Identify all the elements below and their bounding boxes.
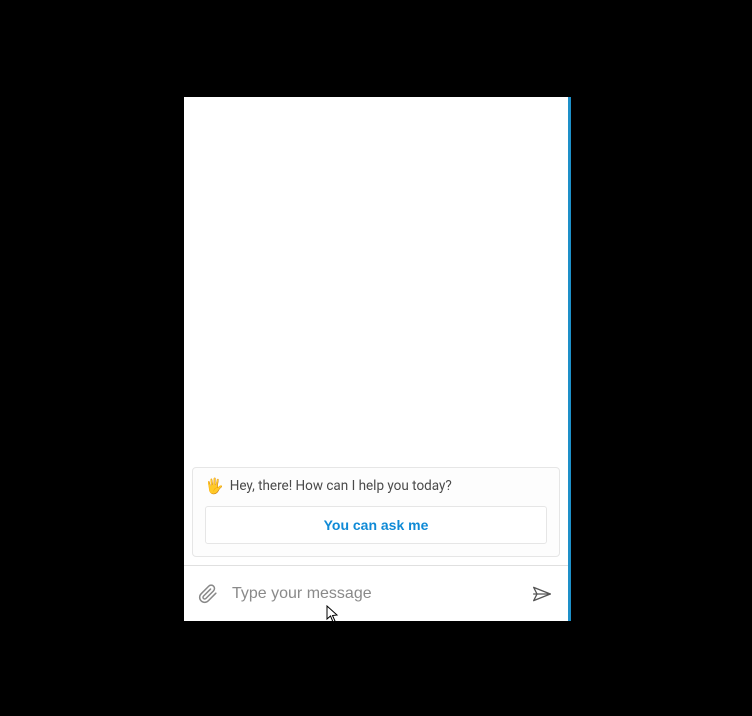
attach-button[interactable] bbox=[196, 581, 220, 607]
message-input[interactable] bbox=[232, 585, 516, 603]
send-button[interactable] bbox=[528, 582, 556, 606]
wave-icon: 🖐 bbox=[205, 479, 224, 494]
chat-scroll-area: 🖐 Hey, there! How can I help you today? … bbox=[184, 97, 568, 565]
send-icon bbox=[530, 584, 554, 604]
chat-window: 🖐 Hey, there! How can I help you today? … bbox=[184, 97, 571, 621]
greeting-card: 🖐 Hey, there! How can I help you today? … bbox=[192, 467, 560, 557]
paperclip-icon bbox=[198, 583, 218, 605]
suggestion-button[interactable]: You can ask me bbox=[205, 506, 547, 544]
greeting-text: Hey, there! How can I help you today? bbox=[230, 478, 452, 494]
input-bar bbox=[184, 565, 568, 621]
greeting-row: 🖐 Hey, there! How can I help you today? bbox=[205, 478, 547, 494]
